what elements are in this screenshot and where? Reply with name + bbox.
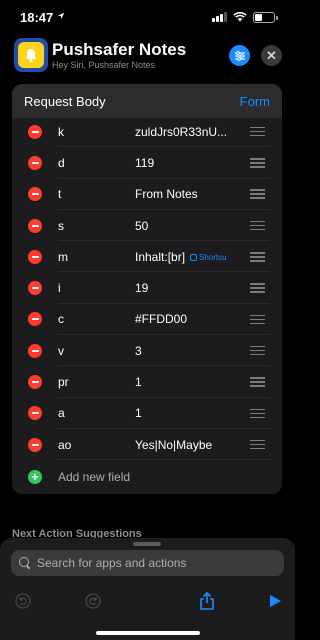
search-icon (19, 557, 31, 569)
field-key[interactable]: m (58, 250, 68, 264)
status-indicators (212, 11, 278, 23)
field-key[interactable]: v (58, 344, 64, 358)
field-row: d 119 (12, 147, 282, 179)
status-bar: 18:47 (0, 0, 295, 34)
field-list: k zuldJrs0R33nU... d 119 t From Notes s … (12, 116, 282, 494)
field-value[interactable]: 50 (135, 219, 148, 233)
field-value[interactable]: 19 (135, 281, 148, 295)
status-time: 18:47 (20, 9, 54, 25)
field-row: v 3 (12, 335, 282, 367)
add-icon: + (28, 470, 42, 485)
field-row: pr 1 (12, 366, 282, 398)
sheet-grabber[interactable] (133, 542, 161, 546)
field-value[interactable]: 119 (135, 156, 154, 170)
field-row: a 1 (12, 398, 282, 430)
bell-icon[interactable] (14, 38, 48, 72)
field-value[interactable]: 3 (135, 344, 142, 358)
field-row: c #FFDD00 (12, 304, 282, 336)
shortcut-subtitle: Hey Siri, Pushsafer Notes (52, 60, 156, 70)
request-body-header: Request Body Form (12, 84, 282, 118)
field-value[interactable]: From Notes (135, 187, 198, 201)
shortcut-title[interactable]: Pushsafer Notes (52, 40, 186, 60)
field-key[interactable]: s (58, 219, 64, 233)
action-search-sheet (0, 538, 295, 640)
delete-field-icon[interactable] (28, 218, 42, 233)
delete-field-icon[interactable] (28, 312, 42, 327)
delete-field-icon[interactable] (28, 343, 42, 358)
variable-label: Shortcu (199, 253, 227, 263)
reorder-handle-icon[interactable] (250, 408, 265, 419)
undo-icon[interactable] (12, 590, 34, 612)
field-key[interactable]: pr (58, 375, 69, 389)
field-value[interactable]: zuldJrs0R33nU... (135, 125, 227, 139)
field-row: ao Yes|No|Maybe (12, 429, 282, 461)
reorder-handle-icon[interactable] (250, 158, 265, 168)
request-body-card: Request Body Form k zuldJrs0R33nU... d 1… (12, 84, 282, 494)
field-value[interactable]: 1 (135, 375, 142, 389)
location-arrow-icon (57, 12, 65, 22)
field-key[interactable]: i (58, 281, 61, 295)
variable-icon (190, 254, 198, 262)
wifi-icon (233, 12, 247, 22)
field-row: i 19 (12, 272, 282, 305)
reorder-handle-icon[interactable] (250, 439, 265, 450)
field-value[interactable]: Inhalt:[br] Shortcu (135, 250, 227, 264)
close-icon[interactable]: ✕ (261, 45, 282, 66)
reorder-handle-icon[interactable] (250, 126, 265, 137)
share-icon[interactable] (196, 590, 218, 612)
field-key[interactable]: ao (58, 438, 71, 452)
field-value[interactable]: #FFDD00 (135, 312, 187, 326)
add-field-button[interactable]: + Add new field (12, 460, 282, 494)
field-row: m Inhalt:[br] Shortcu (12, 241, 282, 273)
reorder-handle-icon[interactable] (250, 377, 265, 387)
field-value-text: Inhalt:[br] (135, 249, 186, 264)
play-icon[interactable] (264, 590, 286, 612)
reorder-handle-icon[interactable] (250, 283, 265, 293)
reorder-handle-icon[interactable] (250, 189, 265, 199)
sliders-icon[interactable] (229, 45, 250, 66)
field-key[interactable]: a (58, 406, 65, 420)
reorder-handle-icon[interactable] (250, 220, 265, 231)
field-key[interactable]: k (58, 125, 64, 139)
delete-field-icon[interactable] (28, 187, 42, 202)
field-value[interactable]: 1 (135, 406, 142, 420)
field-key[interactable]: t (58, 187, 61, 201)
add-field-label: Add new field (58, 470, 131, 485)
delete-field-icon[interactable] (28, 375, 42, 390)
reorder-handle-icon[interactable] (250, 345, 265, 356)
field-key[interactable]: c (58, 312, 64, 326)
reorder-handle-icon[interactable] (250, 252, 265, 262)
shortcut-input-variable[interactable]: Shortcu (190, 253, 227, 262)
delete-field-icon[interactable] (28, 124, 42, 139)
delete-field-icon[interactable] (28, 249, 42, 264)
field-key[interactable]: d (58, 156, 65, 170)
field-row: k zuldJrs0R33nU... (12, 116, 282, 148)
redo-icon[interactable] (82, 590, 104, 612)
delete-field-icon[interactable] (28, 155, 42, 170)
battery-icon (253, 11, 278, 23)
reorder-handle-icon[interactable] (250, 314, 265, 325)
delete-field-icon[interactable] (28, 406, 42, 421)
delete-field-icon[interactable] (28, 437, 42, 452)
request-body-title: Request Body (24, 93, 106, 109)
cellular-signal-icon (212, 12, 227, 22)
home-indicator[interactable] (96, 631, 200, 635)
delete-field-icon[interactable] (28, 281, 42, 296)
search-bar[interactable] (11, 550, 284, 576)
editor-toolbar (0, 590, 295, 614)
field-row: t From Notes (12, 179, 282, 211)
body-type-selector[interactable]: Form (240, 94, 270, 109)
field-row: s 50 (12, 210, 282, 242)
search-input[interactable] (37, 556, 267, 570)
shortcut-header: Pushsafer Notes Hey Siri, Pushsafer Note… (0, 36, 295, 80)
field-value[interactable]: Yes|No|Maybe (135, 438, 212, 452)
